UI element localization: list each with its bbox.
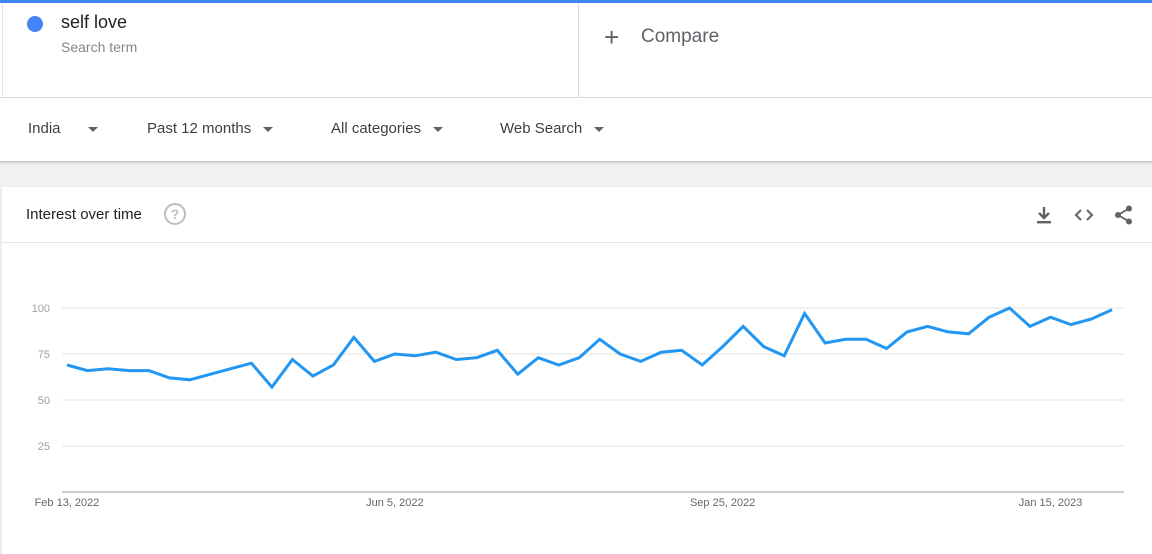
x-tick-label: Feb 13, 2022 [35, 497, 100, 509]
filter-bar: India Past 12 months All categories Web … [0, 98, 1152, 162]
time-filter[interactable]: Past 12 months [147, 120, 274, 137]
search-type-filter[interactable]: Web Search [500, 120, 605, 137]
card-title: Interest over time [26, 206, 142, 223]
search-term-card[interactable]: self love Search term [2, 3, 579, 97]
y-tick-label: 25 [38, 441, 50, 453]
series-line-self-love [66, 306, 1113, 390]
interest-line-chart: 25 50 75 100 Feb 13, 2022 Jun 5, 2022 Sep 25, … [32, 303, 1124, 509]
download-icon[interactable] [1032, 203, 1056, 227]
category-filter-label: All categories [331, 120, 422, 137]
search-term-name[interactable]: self love [61, 12, 127, 33]
y-tick-label: 100 [32, 303, 50, 315]
x-tick-label: Jun 5, 2022 [366, 497, 424, 509]
search-terms-bar: self love Search term + Compare [0, 3, 1152, 98]
help-icon[interactable]: ? [164, 203, 186, 225]
x-tick-label: Jan 15, 2023 [1019, 497, 1083, 509]
time-filter-label: Past 12 months [147, 120, 252, 137]
share-icon[interactable] [1112, 203, 1136, 227]
x-tick-label: Sep 25, 2022 [690, 497, 755, 509]
category-filter[interactable]: All categories [331, 120, 444, 137]
region-filter[interactable]: India [28, 120, 98, 137]
card-header: Interest over time ? [2, 187, 1152, 243]
y-tick-label: 50 [38, 395, 50, 407]
region-filter-label: India [28, 120, 61, 137]
plus-icon: + [604, 22, 620, 52]
chevron-down-icon [433, 127, 444, 132]
search-type-filter-label: Web Search [500, 120, 583, 137]
compare-label: Compare [641, 26, 720, 47]
chevron-down-icon [263, 127, 274, 132]
interest-over-time-card: Interest over time ? 25 50 75 100 Feb 13, 20… [2, 187, 1152, 554]
chevron-down-icon [87, 127, 98, 132]
chevron-down-icon [594, 127, 605, 132]
compare-button[interactable]: + Compare [604, 23, 719, 51]
series-color-dot [27, 16, 43, 32]
y-tick-label: 75 [38, 349, 50, 361]
embed-icon[interactable] [1072, 203, 1096, 227]
search-term-subtitle: Search term [61, 39, 138, 55]
